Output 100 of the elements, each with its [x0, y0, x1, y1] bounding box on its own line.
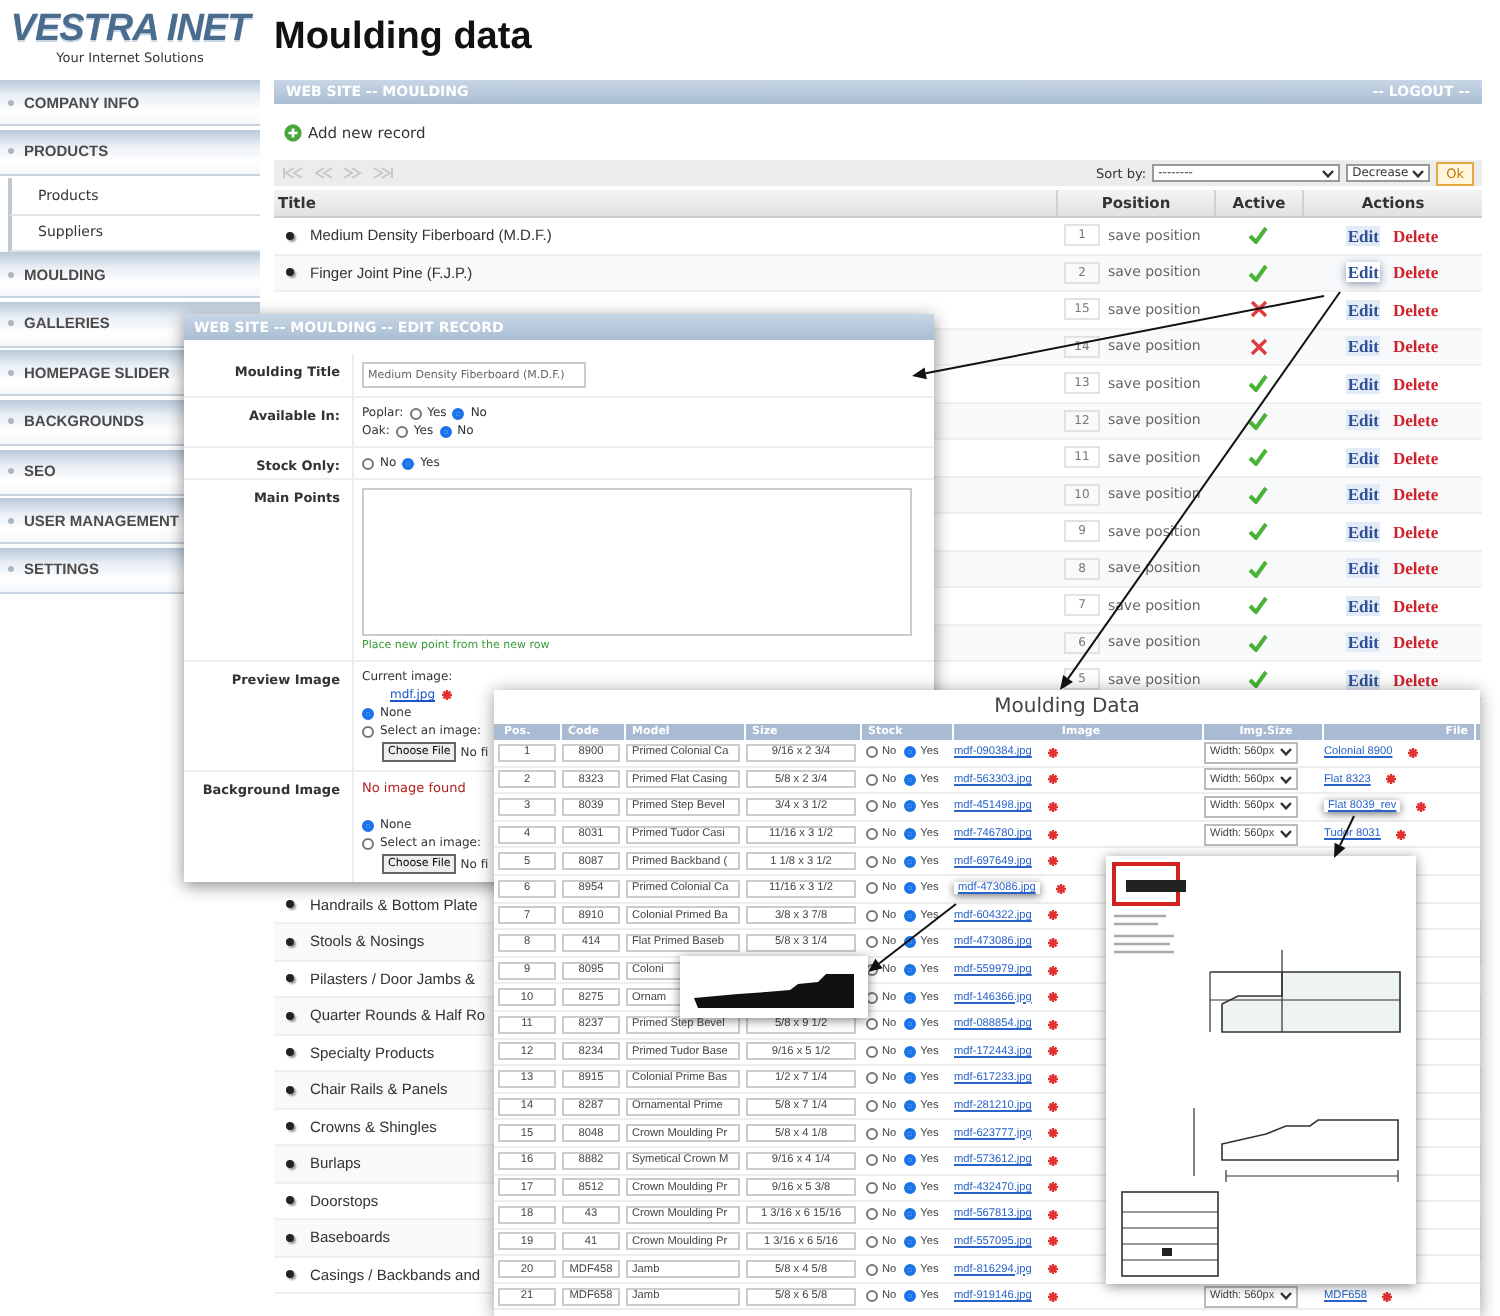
radio-button[interactable]: [904, 1290, 917, 1303]
edit-link[interactable]: Edit: [1345, 373, 1381, 394]
radio-button[interactable]: [904, 964, 917, 977]
asterisk-icon: [1047, 801, 1058, 812]
bullet-icon: [286, 1011, 294, 1020]
radio-button[interactable]: [362, 819, 374, 831]
asterisk-icon: [1408, 747, 1419, 758]
asterisk-icon: [1047, 1182, 1058, 1193]
bullet-icon: [286, 1196, 294, 1205]
edit-link[interactable]: Edit: [1345, 484, 1381, 505]
radio-button[interactable]: [866, 936, 878, 949]
radio-button[interactable]: [904, 773, 917, 786]
radio-button[interactable]: [409, 407, 422, 419]
radio-button[interactable]: [866, 1154, 878, 1167]
caret-icon: [1412, 169, 1425, 177]
radio-button[interactable]: [904, 1235, 917, 1248]
radio-button[interactable]: [452, 407, 465, 419]
radio-button[interactable]: [904, 800, 917, 813]
delete-link[interactable]: Delete: [1392, 410, 1439, 431]
radio-button[interactable]: [904, 1100, 917, 1113]
radio-button[interactable]: [866, 828, 878, 841]
edit-link[interactable]: Edit: [1345, 669, 1381, 690]
asterisk-icon: [1047, 1073, 1058, 1084]
delete-link[interactable]: Delete: [1392, 447, 1439, 468]
asterisk-icon: [1055, 883, 1066, 894]
radio-button[interactable]: [904, 1072, 917, 1085]
radio-button[interactable]: [904, 1154, 917, 1167]
delete-link[interactable]: Delete: [1392, 299, 1439, 320]
delete-link[interactable]: Delete: [1392, 484, 1439, 505]
radio-button[interactable]: [866, 800, 878, 813]
delete-link[interactable]: Delete: [1392, 632, 1439, 653]
radio-button[interactable]: [866, 909, 878, 922]
delete-link[interactable]: Delete: [1392, 373, 1439, 394]
main-points-field[interactable]: [362, 488, 912, 636]
radio-button[interactable]: [866, 1263, 878, 1276]
radio-button[interactable]: [866, 773, 878, 786]
radio-button[interactable]: [866, 1127, 878, 1140]
radio-button[interactable]: [904, 909, 917, 922]
delete-link[interactable]: Delete: [1392, 336, 1439, 357]
edit-link[interactable]: Edit: [1345, 225, 1381, 246]
radio-button[interactable]: [904, 828, 917, 841]
edit-link[interactable]: Edit: [1345, 410, 1381, 431]
asterisk-icon: [1047, 1264, 1058, 1275]
radio-button[interactable]: [362, 457, 374, 469]
edit-link[interactable]: Edit: [1345, 558, 1381, 579]
add-icon[interactable]: [284, 123, 302, 141]
delete-link[interactable]: Delete: [1392, 225, 1439, 246]
radio-button[interactable]: [904, 1045, 917, 1058]
caret-icon: [1280, 775, 1293, 784]
cross-icon: [1249, 300, 1267, 319]
bullet-icon: [286, 1270, 294, 1279]
radio-button[interactable]: [904, 1181, 917, 1194]
edit-link[interactable]: Edit: [1345, 447, 1381, 468]
edit-link[interactable]: Edit: [1345, 595, 1381, 616]
edit-link[interactable]: Edit: [1345, 262, 1381, 283]
radio-button[interactable]: [362, 725, 374, 737]
edit-link[interactable]: Edit: [1345, 299, 1381, 320]
edit-link[interactable]: Edit: [1345, 632, 1381, 653]
radio-button[interactable]: [904, 1208, 917, 1221]
radio-button[interactable]: [402, 457, 415, 469]
radio-button[interactable]: [439, 425, 452, 437]
delete-link[interactable]: Delete: [1392, 521, 1439, 542]
radio-button[interactable]: [395, 425, 408, 437]
radio-button[interactable]: [904, 855, 917, 868]
radio-button[interactable]: [904, 991, 917, 1004]
radio-button[interactable]: [866, 1181, 878, 1194]
radio-button[interactable]: [866, 1235, 878, 1248]
radio-button[interactable]: [866, 1045, 878, 1058]
asterisk-icon: [1386, 774, 1397, 785]
radio-button[interactable]: [866, 1208, 878, 1221]
asterisk-icon: [1382, 1291, 1393, 1302]
radio-button[interactable]: [866, 1072, 878, 1085]
caret-icon: [1280, 1292, 1293, 1301]
radio-button[interactable]: [904, 1018, 917, 1031]
bullet-icon: [286, 231, 294, 240]
radio-button[interactable]: [904, 882, 917, 895]
caret-icon: [1280, 802, 1293, 811]
edit-link[interactable]: Edit: [1345, 336, 1381, 357]
radio-button[interactable]: [904, 1263, 917, 1276]
delete-link[interactable]: Delete: [1392, 595, 1439, 616]
bullet-icon: [286, 974, 294, 983]
radio-button[interactable]: [362, 707, 374, 719]
delete-link[interactable]: Delete: [1392, 262, 1439, 283]
radio-button[interactable]: [362, 837, 374, 849]
radio-button[interactable]: [866, 855, 878, 868]
asterisk-icon: [1047, 1128, 1058, 1139]
bullet-icon: [286, 1159, 294, 1168]
radio-button[interactable]: [866, 1290, 878, 1303]
asterisk-icon: [1047, 992, 1058, 1003]
radio-button[interactable]: [904, 746, 917, 759]
radio-button[interactable]: [866, 882, 878, 895]
edit-link[interactable]: Edit: [1345, 521, 1381, 542]
delete-link[interactable]: Delete: [1392, 669, 1439, 690]
bullet-icon: [286, 1085, 294, 1094]
radio-button[interactable]: [866, 1018, 878, 1031]
caret-icon: [1322, 169, 1335, 177]
radio-button[interactable]: [866, 746, 878, 759]
radio-button[interactable]: [866, 1100, 878, 1113]
delete-link[interactable]: Delete: [1392, 558, 1439, 579]
radio-button[interactable]: [904, 1127, 917, 1140]
